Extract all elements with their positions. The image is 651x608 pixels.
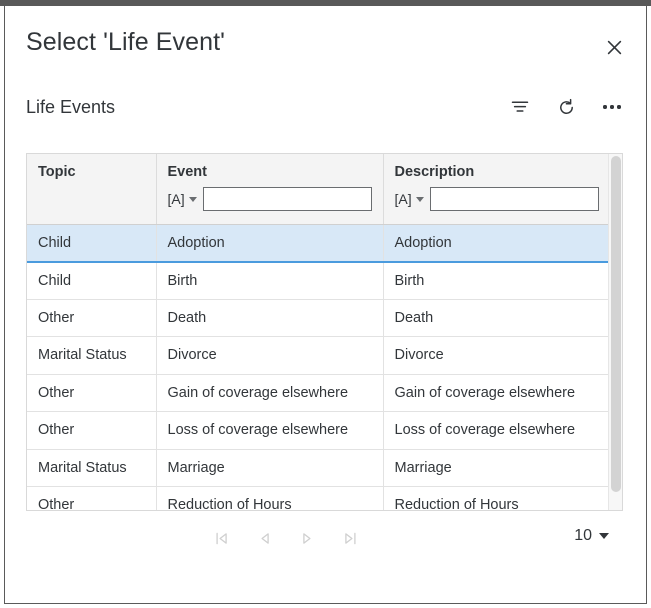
next-page-icon <box>302 532 311 544</box>
table-row[interactable]: Child Adoption Adoption <box>27 224 610 263</box>
table-row[interactable]: Child Birth Birth <box>27 261 610 300</box>
pagination-bar: 10 <box>26 519 623 563</box>
table-toolbar: Life Events <box>26 88 625 136</box>
table-header-row: Topic Event [A] Description [A] <box>27 154 611 225</box>
previous-page-button[interactable] <box>252 526 276 550</box>
table-title: Life Events <box>26 97 116 117</box>
table-cell-description: Reduction of Hours <box>383 486 610 510</box>
table-cell-description: Marriage <box>383 449 610 487</box>
table-body: Child Adoption Adoption Child Birth Birth Othe… <box>27 224 610 510</box>
next-page-button[interactable] <box>295 526 319 550</box>
first-page-button[interactable] <box>209 526 233 550</box>
table-cell-topic: Marital Status <box>27 449 157 487</box>
overflow-menu-icon[interactable] <box>599 94 625 120</box>
previous-page-icon <box>260 532 269 544</box>
chevron-down-icon-page-size <box>599 533 609 539</box>
filter-input-description[interactable] <box>429 187 599 211</box>
table-cell-topic: Child <box>27 261 157 300</box>
column-label-event: Event <box>167 164 208 180</box>
refresh-icon[interactable] <box>553 94 579 120</box>
table-cell-topic: Marital Status <box>27 336 157 375</box>
column-header-topic[interactable]: Topic <box>27 154 157 225</box>
chevron-down-icon-description[interactable] <box>415 196 424 202</box>
overflow-dots <box>603 105 621 109</box>
table-cell-event: Divorce <box>156 336 384 375</box>
dialog-header: Select 'Life Event' <box>5 6 646 88</box>
table-row[interactable]: Other Death Death <box>27 299 610 337</box>
column-header-event[interactable]: Event [A] <box>156 154 384 225</box>
table-cell-description: Divorce <box>383 336 610 375</box>
table-cell-topic: Other <box>27 374 157 412</box>
table-cell-event: Birth <box>156 261 384 300</box>
table-cell-description: Adoption <box>383 224 610 263</box>
scrollbar-thumb[interactable] <box>611 156 621 492</box>
column-label-topic: Topic <box>38 164 76 180</box>
last-page-button[interactable] <box>338 526 362 550</box>
filter-type-icon-description[interactable]: [A] <box>395 191 412 207</box>
table-row[interactable]: Other Gain of coverage elsewhere Gain of c… <box>27 374 610 412</box>
column-filter-event: [A] <box>168 187 383 211</box>
table-row[interactable]: Marital Status Divorce Divorce <box>27 336 610 375</box>
table-cell-topic: Other <box>27 486 157 510</box>
page-size-selector[interactable]: 10 <box>574 527 609 545</box>
table-head: Topic Event [A] Description [A] <box>27 154 611 225</box>
table-cell-event: Marriage <box>156 449 384 487</box>
table-cell-topic: Other <box>27 299 157 337</box>
table-cell-event: Reduction of Hours <box>156 486 384 510</box>
filter-type-icon-event[interactable]: [A] <box>168 191 185 207</box>
table-row[interactable]: Other Loss of coverage elsewhere Loss of c… <box>27 411 610 450</box>
life-events-table: Topic Event [A] Description [A] Child Ad… <box>26 153 623 511</box>
filter-input-event[interactable] <box>202 187 372 211</box>
column-label-description: Description <box>394 164 475 180</box>
dialog-screen: Select 'Life Event' Life Events Topic Ev… <box>0 0 651 608</box>
first-page-icon <box>215 532 227 544</box>
table-row[interactable]: Other Reduction of Hours Reduction of Hour… <box>27 486 610 510</box>
close-icon[interactable] <box>600 33 628 61</box>
filter-icon[interactable] <box>507 94 533 120</box>
table-cell-topic: Child <box>27 224 157 263</box>
table-cell-description: Gain of coverage elsewhere <box>383 374 610 412</box>
last-page-icon <box>344 532 356 544</box>
table-row[interactable]: Marital Status Marriage Marriage <box>27 449 610 487</box>
table-cell-description: Loss of coverage elsewhere <box>383 411 610 450</box>
column-filter-description: [A] <box>395 187 611 211</box>
page-title: Select 'Life Event' <box>26 28 226 56</box>
life-events-grid: Topic Event [A] Description [A] Child Ad… <box>27 154 611 510</box>
table-cell-event: Adoption <box>156 224 384 263</box>
pagination-nav <box>209 526 362 550</box>
page-size-value: 10 <box>574 527 592 544</box>
table-cell-description: Birth <box>383 261 610 300</box>
select-life-event-dialog: Select 'Life Event' Life Events Topic Ev… <box>4 6 647 604</box>
toolbar-actions <box>507 94 625 120</box>
table-cell-description: Death <box>383 299 610 337</box>
table-cell-topic: Other <box>27 411 157 450</box>
table-cell-event: Gain of coverage elsewhere <box>156 374 384 412</box>
column-header-description[interactable]: Description [A] <box>383 154 611 225</box>
table-cell-event: Death <box>156 299 384 337</box>
table-vertical-scrollbar[interactable] <box>608 154 622 510</box>
table-cell-event: Loss of coverage elsewhere <box>156 411 384 450</box>
chevron-down-icon-event[interactable] <box>188 196 197 202</box>
